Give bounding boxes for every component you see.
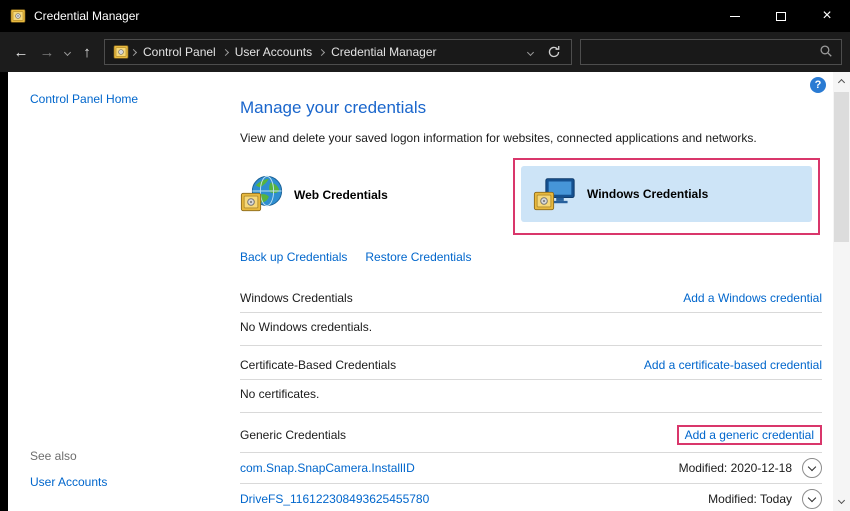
credential-row: DriveFS_116122308493625455780 Modified: … bbox=[240, 484, 822, 511]
windows-credentials-icon bbox=[533, 173, 577, 215]
see-also-label: See also bbox=[30, 449, 77, 463]
windows-credentials-empty-text: No Windows credentials. bbox=[240, 313, 822, 346]
refresh-button[interactable] bbox=[547, 45, 561, 59]
breadcrumb-user-accounts[interactable]: User Accounts bbox=[228, 45, 319, 59]
section-title: Certificate-Based Credentials bbox=[240, 358, 396, 372]
credential-sections: Windows Credentials Add a Windows creden… bbox=[240, 285, 822, 511]
section-windows-credentials: Windows Credentials Add a Windows creden… bbox=[240, 285, 822, 313]
breadcrumb-credential-manager[interactable]: Credential Manager bbox=[324, 45, 443, 59]
vault-icon bbox=[240, 191, 262, 216]
credential-manager-app-icon bbox=[10, 8, 26, 24]
credential-actions: Back up Credentials Restore Credentials bbox=[240, 250, 471, 264]
chevron-down-icon bbox=[808, 462, 816, 470]
certificates-empty-text: No certificates. bbox=[240, 380, 822, 413]
scrollbar[interactable] bbox=[833, 72, 850, 511]
vault-icon bbox=[533, 190, 555, 215]
annotation-box-add-generic: Add a generic credential bbox=[677, 425, 822, 445]
sidebar-control-panel-home[interactable]: Control Panel Home bbox=[30, 92, 138, 106]
search-icon bbox=[819, 44, 833, 61]
scroll-up-button[interactable] bbox=[833, 74, 850, 91]
credential-link-snapcamera[interactable]: com.Snap.SnapCamera.InstallID bbox=[240, 461, 415, 475]
add-certificate-credential-link[interactable]: Add a certificate-based credential bbox=[644, 358, 822, 372]
search-box bbox=[580, 39, 842, 65]
expand-credential-button[interactable] bbox=[802, 458, 822, 478]
sidebar-user-accounts[interactable]: User Accounts bbox=[30, 475, 107, 489]
section-generic-credentials: Generic Credentials Add a generic creden… bbox=[240, 419, 822, 453]
chevron-up-icon bbox=[838, 79, 845, 86]
section-title: Windows Credentials bbox=[240, 291, 353, 305]
section-title: Generic Credentials bbox=[240, 428, 346, 442]
forward-button[interactable]: → bbox=[34, 39, 60, 65]
tab-web-credentials-label: Web Credentials bbox=[294, 188, 388, 202]
backup-credentials-link[interactable]: Back up Credentials bbox=[240, 250, 347, 264]
restore-credentials-link[interactable]: Restore Credentials bbox=[365, 250, 471, 264]
credential-meta: Modified: Today bbox=[708, 489, 822, 509]
close-button[interactable]: × bbox=[804, 0, 850, 32]
address-bar-controls bbox=[528, 45, 565, 59]
back-button[interactable]: ← bbox=[8, 39, 34, 65]
web-credentials-icon bbox=[240, 174, 284, 216]
modified-date: Modified: Today bbox=[708, 492, 792, 506]
content-area: Control Panel Home See also User Account… bbox=[0, 72, 850, 511]
page-description: View and delete your saved logon informa… bbox=[240, 131, 757, 145]
breadcrumb-control-panel[interactable]: Control Panel bbox=[136, 45, 223, 59]
credential-link-drivefs[interactable]: DriveFS_116122308493625455780 bbox=[240, 492, 429, 506]
scroll-down-button[interactable] bbox=[833, 492, 850, 509]
credential-manager-window: Credential Manager × ← → ↑ Control Panel… bbox=[0, 0, 850, 511]
credential-row: com.Snap.SnapCamera.InstallID Modified: … bbox=[240, 453, 822, 484]
tab-windows-credentials-label: Windows Credentials bbox=[587, 187, 708, 201]
left-edge-strip bbox=[0, 72, 8, 511]
window-title: Credential Manager bbox=[34, 9, 139, 23]
tab-windows-credentials[interactable]: Windows Credentials bbox=[521, 166, 812, 222]
add-windows-credential-link[interactable]: Add a Windows credential bbox=[683, 291, 822, 305]
chevron-down-icon bbox=[838, 497, 845, 504]
chevron-down-icon bbox=[808, 493, 816, 501]
scrollbar-thumb[interactable] bbox=[834, 92, 849, 242]
navigation-bar: ← → ↑ Control Panel User Accounts Creden… bbox=[0, 32, 850, 72]
section-certificate-credentials: Certificate-Based Credentials Add a cert… bbox=[240, 352, 822, 380]
chevron-down-icon bbox=[63, 48, 70, 55]
close-icon: × bbox=[822, 8, 831, 24]
modified-date: Modified: 2020-12-18 bbox=[679, 461, 792, 475]
page-title: Manage your credentials bbox=[240, 98, 426, 118]
maximize-button[interactable] bbox=[758, 0, 804, 32]
add-generic-credential-link[interactable]: Add a generic credential bbox=[685, 428, 814, 442]
recent-pages-dropdown-button[interactable] bbox=[60, 39, 74, 65]
control-panel-icon bbox=[113, 44, 129, 60]
tab-web-credentials[interactable]: Web Credentials bbox=[240, 168, 388, 222]
address-bar[interactable]: Control Panel User Accounts Credential M… bbox=[104, 39, 572, 65]
up-button[interactable]: ↑ bbox=[74, 39, 100, 65]
minimize-icon bbox=[730, 16, 740, 17]
maximize-icon bbox=[776, 12, 786, 21]
search-input[interactable] bbox=[589, 45, 819, 59]
address-dropdown-icon[interactable] bbox=[527, 48, 534, 55]
titlebar: Credential Manager × bbox=[0, 0, 850, 32]
expand-credential-button[interactable] bbox=[802, 489, 822, 509]
help-icon[interactable]: ? bbox=[810, 77, 826, 93]
credential-meta: Modified: 2020-12-18 bbox=[679, 458, 822, 478]
minimize-button[interactable] bbox=[712, 0, 758, 32]
